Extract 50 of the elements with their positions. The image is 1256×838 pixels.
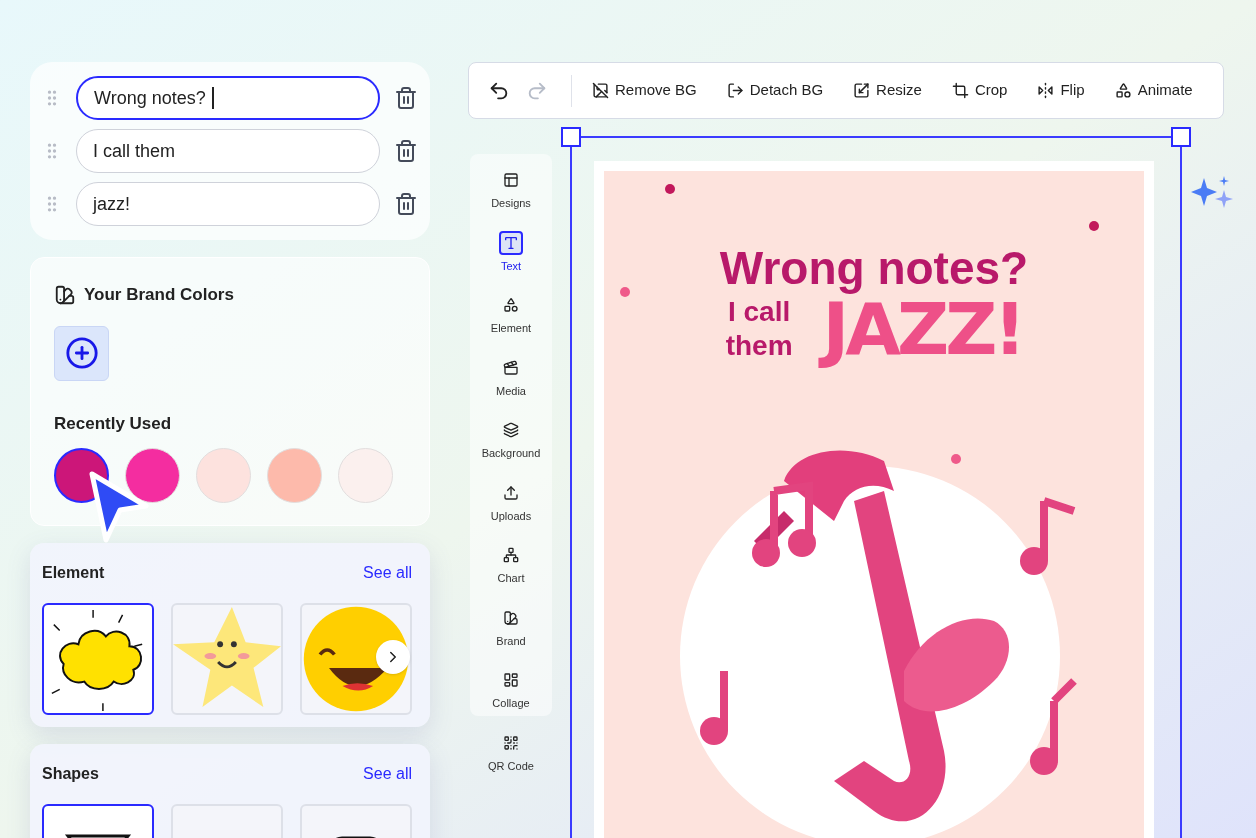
text-icon bbox=[503, 234, 519, 251]
layout-icon bbox=[503, 172, 519, 188]
delete-icon[interactable] bbox=[394, 139, 418, 163]
resize-handle[interactable] bbox=[1171, 127, 1191, 147]
toolbar-button[interactable]: Crop bbox=[951, 79, 1008, 102]
section-title: Element bbox=[42, 563, 105, 583]
upload-icon bbox=[503, 484, 519, 501]
toolbar-button[interactable]: Animate bbox=[1114, 79, 1193, 102]
image-crossed-icon bbox=[592, 82, 609, 99]
resize-handle[interactable] bbox=[561, 127, 581, 147]
text-layer-field[interactable]: Wrong notes? bbox=[76, 76, 380, 120]
rail-tab[interactable]: Background bbox=[481, 418, 541, 462]
crop-icon bbox=[951, 82, 969, 99]
text-layer-field[interactable]: jazz! bbox=[76, 182, 380, 226]
flip-icon bbox=[1037, 82, 1055, 99]
swatch-icon bbox=[54, 283, 76, 306]
rail-tab[interactable]: Collage bbox=[492, 668, 530, 712]
section-title: Your Brand Colors bbox=[84, 284, 234, 306]
shapes-icon bbox=[503, 297, 519, 313]
rail-tab[interactable]: Element bbox=[490, 293, 532, 337]
rail-tab[interactable]: Brand bbox=[496, 605, 526, 649]
hierarchy-icon bbox=[503, 547, 519, 563]
text-caret bbox=[211, 87, 214, 109]
resize-icon bbox=[853, 82, 871, 99]
toolbar-button[interactable]: Remove BG bbox=[592, 79, 697, 102]
see-all-link[interactable]: See all bbox=[363, 561, 418, 585]
rail-tab[interactable]: Media bbox=[496, 355, 526, 399]
toolbar-button[interactable]: Resize bbox=[853, 79, 922, 102]
section-title: Recently Used bbox=[54, 412, 173, 435]
toolbar-button[interactable]: Flip bbox=[1037, 79, 1085, 102]
text-layer-field[interactable]: I call them bbox=[76, 129, 380, 173]
delete-icon[interactable] bbox=[394, 86, 418, 110]
swatch-icon bbox=[503, 609, 519, 626]
media-icon bbox=[503, 359, 519, 376]
toolbar-button[interactable]: Detach BG bbox=[726, 79, 824, 102]
rail-tab[interactable]: QR Code bbox=[488, 730, 534, 774]
qr-code-icon bbox=[503, 734, 519, 751]
plus-circle-icon bbox=[64, 336, 99, 370]
rail-tab[interactable]: Uploads bbox=[490, 480, 532, 524]
shapes-icon bbox=[1114, 82, 1132, 99]
rail-tab[interactable]: Chart bbox=[497, 543, 525, 587]
poster-subline: I call bbox=[727, 295, 791, 329]
delete-icon[interactable] bbox=[394, 192, 418, 216]
section-title: Shapes bbox=[42, 764, 99, 784]
poster-subline: them bbox=[725, 329, 793, 363]
grid-icon bbox=[503, 672, 519, 688]
see-all-link[interactable]: See all bbox=[363, 762, 418, 786]
add-color-button[interactable] bbox=[54, 325, 109, 381]
layers-icon bbox=[503, 422, 519, 438]
rail-tab[interactable]: Designs bbox=[491, 168, 531, 212]
